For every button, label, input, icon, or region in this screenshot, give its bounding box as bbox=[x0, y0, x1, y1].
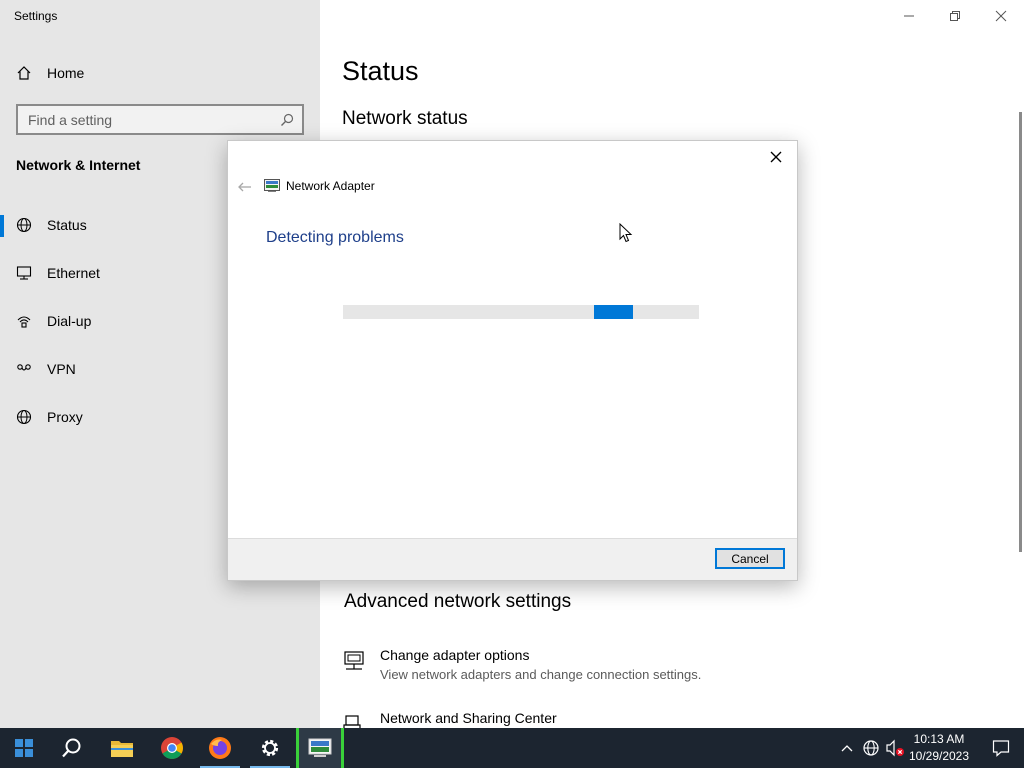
sidebar-item-label: VPN bbox=[47, 361, 76, 377]
minimize-icon bbox=[904, 15, 914, 17]
start-icon bbox=[15, 739, 33, 757]
sidebar-item-label: Ethernet bbox=[47, 265, 100, 281]
tray-network-button[interactable] bbox=[860, 728, 882, 768]
settings-icon bbox=[261, 739, 279, 757]
dialog-app-name: Network Adapter bbox=[286, 179, 375, 193]
network-globe-icon bbox=[863, 740, 879, 756]
search-box[interactable] bbox=[16, 104, 304, 135]
ethernet-icon bbox=[16, 265, 32, 281]
dialog-back-button[interactable] bbox=[235, 179, 255, 195]
action-center-button[interactable] bbox=[978, 728, 1024, 768]
cancel-button[interactable]: Cancel bbox=[715, 548, 785, 569]
adv-item-desc: View network adapters and change connect… bbox=[380, 667, 702, 682]
home-icon bbox=[16, 65, 32, 81]
network-troubleshooter-icon bbox=[264, 179, 280, 193]
notification-icon bbox=[992, 740, 1010, 757]
sidebar-item-label: Proxy bbox=[47, 409, 83, 425]
close-icon bbox=[770, 151, 782, 163]
home-nav-item[interactable]: Home bbox=[16, 62, 84, 84]
sidebar-item-label: Dial-up bbox=[47, 313, 92, 329]
clock-date: 10/29/2023 bbox=[908, 749, 970, 763]
adapter-icon bbox=[342, 649, 366, 673]
change-adapter-options-link[interactable]: Change adapter options View network adap… bbox=[342, 647, 701, 682]
chevron-up-icon bbox=[841, 745, 853, 752]
network-troubleshooter-icon bbox=[308, 738, 332, 757]
restore-icon bbox=[950, 11, 960, 21]
taskbar-file-explorer[interactable] bbox=[98, 728, 146, 768]
close-icon bbox=[995, 10, 1007, 22]
sidebar-item-label: Status bbox=[47, 217, 87, 233]
adv-item-title: Change adapter options bbox=[380, 647, 530, 663]
search-input[interactable] bbox=[18, 106, 272, 133]
proxy-globe-icon bbox=[16, 409, 32, 425]
vpn-icon bbox=[16, 361, 32, 377]
advanced-settings-heading: Advanced network settings bbox=[344, 591, 572, 612]
dialog-status-text: Detecting problems bbox=[266, 229, 404, 246]
taskbar-settings[interactable] bbox=[246, 728, 294, 768]
mouse-cursor-icon bbox=[619, 223, 633, 243]
taskbar-network-troubleshooter[interactable] bbox=[296, 728, 344, 768]
section-title: Network & Internet bbox=[16, 157, 141, 173]
close-window-button[interactable] bbox=[978, 0, 1024, 32]
taskbar-search-button[interactable] bbox=[48, 728, 96, 768]
clock-time: 10:13 AM bbox=[913, 732, 965, 746]
file-explorer-icon bbox=[111, 741, 133, 757]
tray-volume-button[interactable] bbox=[884, 728, 906, 768]
restore-button[interactable] bbox=[932, 0, 978, 32]
page-title: Status bbox=[342, 56, 419, 86]
network-status-heading: Network status bbox=[342, 108, 468, 129]
minimize-button[interactable] bbox=[886, 0, 932, 32]
start-button[interactable] bbox=[0, 728, 48, 768]
volume-muted-icon bbox=[886, 739, 904, 757]
dialog-app-header: Network Adapter bbox=[264, 179, 375, 193]
taskbar-firefox[interactable] bbox=[196, 728, 244, 768]
dialog-close-button[interactable] bbox=[761, 145, 791, 169]
taskbar-chrome[interactable] bbox=[148, 728, 196, 768]
window-title: Settings bbox=[14, 9, 58, 23]
progress-segment bbox=[593, 305, 634, 319]
home-label: Home bbox=[47, 65, 85, 81]
search-icon bbox=[62, 738, 81, 758]
taskbar: 10:13 AM 10/29/2023 bbox=[0, 728, 1024, 768]
troubleshooter-dialog: Network Adapter Detecting problems Cance… bbox=[227, 140, 798, 581]
adv-item-title: Network and Sharing Center bbox=[380, 710, 557, 726]
dialog-footer: Cancel bbox=[228, 538, 797, 580]
chrome-icon bbox=[161, 737, 183, 759]
firefox-icon bbox=[209, 737, 231, 759]
dialup-icon bbox=[16, 313, 32, 329]
tray-show-hidden-icons[interactable] bbox=[838, 728, 856, 768]
back-arrow-icon bbox=[238, 182, 251, 192]
taskbar-clock[interactable]: 10:13 AM 10/29/2023 bbox=[904, 731, 974, 765]
progress-bar bbox=[343, 305, 699, 319]
search-icon[interactable] bbox=[272, 113, 302, 127]
scrollbar[interactable] bbox=[1019, 112, 1022, 552]
globe-icon bbox=[16, 217, 32, 233]
